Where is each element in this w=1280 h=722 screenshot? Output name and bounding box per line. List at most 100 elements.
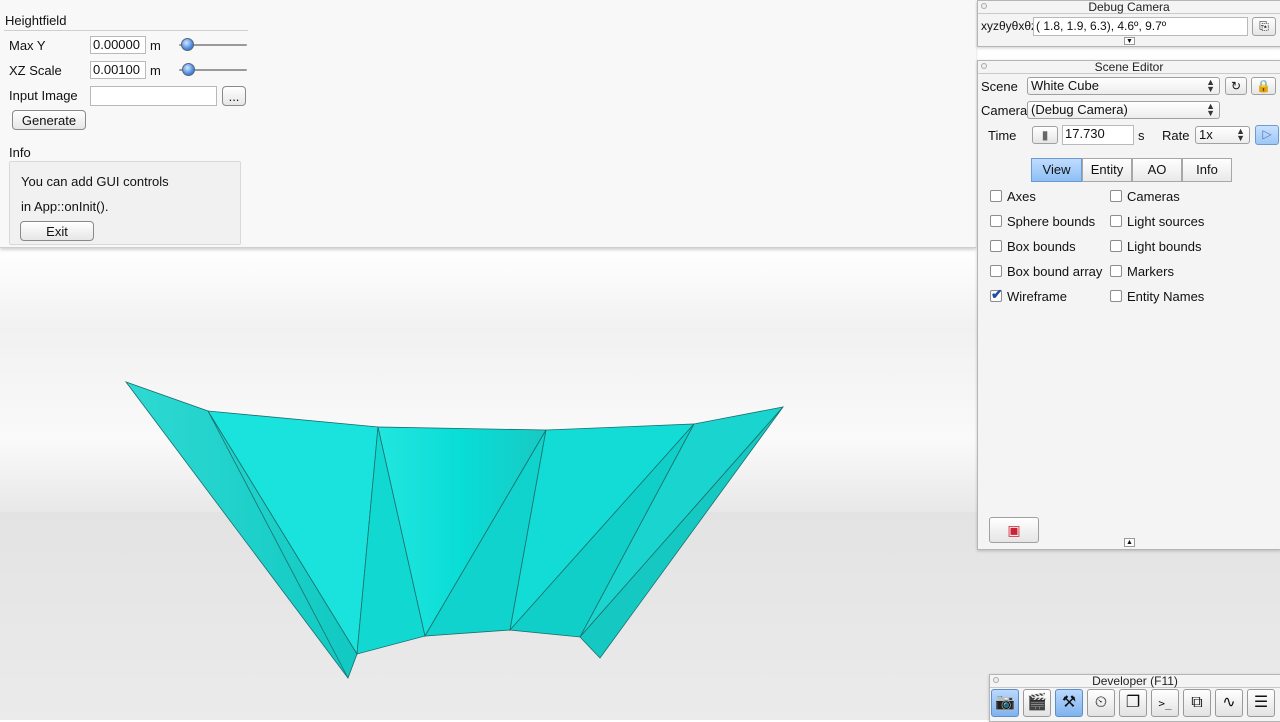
debug-camera-title: Debug Camera — [978, 1, 1280, 14]
play-icon: ▷ — [1262, 127, 1272, 141]
heightfield-divider — [4, 30, 248, 31]
app-gui-pane: Heightfield Max Y 0.00000 m XZ Scale 0.0… — [0, 0, 976, 248]
tools-tool-button[interactable]: ⚒ — [1055, 689, 1083, 717]
max-y-unit: m — [150, 38, 161, 53]
time-label: Time — [988, 128, 1017, 143]
windows-icon: ⧉ — [1191, 694, 1203, 711]
checkbox-label: Wireframe — [1007, 289, 1067, 304]
chevron-down-icon: ▼ — [1126, 38, 1133, 45]
max-y-slider[interactable] — [179, 38, 247, 52]
camera-coord-input[interactable]: ( 1.8, 1.9, 6.3), 4.6º, 9.7º — [1033, 17, 1248, 36]
camera-label: Camera — [981, 103, 1028, 118]
copy-camera-button[interactable]: ⎘ — [1252, 17, 1276, 36]
camera-select[interactable]: (Debug Camera) ▲ ▼ — [1027, 101, 1220, 119]
rate-select-value: 1x — [1199, 127, 1213, 142]
scene-label: Scene — [981, 79, 1018, 94]
checkbox-box[interactable] — [990, 240, 1002, 252]
heightfield-title: Heightfield — [5, 13, 67, 28]
expand-toggle[interactable]: ▼ — [1124, 37, 1135, 45]
xz-scale-input[interactable]: 0.00100 — [90, 61, 146, 79]
film-reset-icon: ▮ — [1041, 128, 1049, 142]
camera-icon: 📷 — [995, 694, 1015, 711]
console-tool-button[interactable]: >_ — [1151, 689, 1179, 717]
checkbox-label: Box bounds — [1007, 239, 1076, 254]
max-y-input[interactable]: 0.00000 — [90, 36, 146, 54]
save-scene-button[interactable]: ▣ — [989, 517, 1039, 543]
input-image-label: Input Image — [9, 88, 78, 103]
window-icon: ❐ — [1125, 694, 1141, 711]
wrench-icon: ⚒ — [1061, 694, 1077, 711]
clipboard-icon: ⎘ — [1259, 19, 1269, 33]
exit-button[interactable]: Exit — [20, 221, 94, 241]
save-icon: ▣ — [1007, 522, 1021, 538]
checkbox-box[interactable] — [990, 215, 1002, 227]
chevron-up-icon: ▲ — [1126, 539, 1133, 546]
checkbox-box[interactable] — [1110, 215, 1122, 227]
reload-scene-button[interactable]: ↻ — [1225, 77, 1247, 95]
info-line-2: in App::onInit(). — [21, 199, 109, 214]
new-window-tool-button[interactable]: ❐ — [1119, 689, 1147, 717]
info-title: Info — [9, 145, 31, 160]
clapperboard-icon: 🎬 — [1027, 694, 1047, 711]
checkbox-box[interactable] — [1110, 290, 1122, 302]
camera-select-value: (Debug Camera) — [1031, 102, 1128, 117]
checkbox-label: Sphere bounds — [1007, 214, 1096, 229]
scene-select-value: White Cube — [1031, 78, 1099, 93]
checkbox-box[interactable] — [990, 190, 1002, 202]
time-input[interactable]: 17.730 — [1062, 125, 1134, 145]
checkbox-box[interactable] — [1110, 190, 1122, 202]
reload-icon: ↻ — [1230, 79, 1242, 93]
close-icon[interactable] — [981, 63, 987, 69]
checkbox-box[interactable] — [990, 265, 1002, 277]
tab-view[interactable]: View — [1031, 158, 1082, 182]
max-y-label: Max Y — [9, 38, 46, 53]
camera-tool-button[interactable]: 📷 — [991, 689, 1019, 717]
updown-icon: ▲ ▼ — [1206, 101, 1215, 118]
checkbox-label: Entity Names — [1127, 289, 1205, 304]
document-icon: ☰ — [1253, 694, 1269, 711]
rate-select[interactable]: 1x ▲ ▼ — [1195, 126, 1250, 144]
checkbox-label: Light bounds — [1127, 239, 1202, 254]
log-tool-button[interactable]: ☰ — [1247, 689, 1275, 717]
debug-camera-window: Debug Camera xyzθyθxθz ( 1.8, 1.9, 6.3),… — [977, 0, 1280, 47]
time-reset-button[interactable]: ▮ — [1032, 126, 1058, 144]
close-icon[interactable] — [981, 3, 987, 9]
checkbox-label: Box bound array — [1007, 264, 1103, 279]
collapse-toggle[interactable]: ▲ — [1124, 538, 1135, 547]
stopwatch-icon: ⏲ — [1094, 694, 1108, 711]
checkmark-icon: ✔ — [991, 286, 1003, 302]
checkbox-box[interactable] — [1110, 265, 1122, 277]
browse-image-button[interactable]: ... — [222, 86, 246, 106]
checkbox-label: Cameras — [1127, 189, 1180, 204]
checkbox-label: Axes — [1007, 189, 1036, 204]
info-line-1: You can add GUI controls — [21, 174, 169, 189]
tab-ao[interactable]: AO — [1132, 158, 1182, 182]
input-image-field[interactable] — [90, 86, 217, 106]
tab-info[interactable]: Info — [1182, 158, 1232, 182]
scene-editor-window: Scene Editor Scene White Cube ▲ ▼ ↻ 🔒 Cam… — [977, 60, 1280, 550]
checkbox-box[interactable]: ✔ — [990, 286, 1003, 302]
developer-title: Developer (F11) — [990, 675, 1280, 688]
lock-scene-button[interactable]: 🔒 — [1251, 77, 1276, 95]
stats-tool-button[interactable]: ∿ — [1215, 689, 1243, 717]
updown-icon: ▲ ▼ — [1206, 77, 1215, 94]
slider-thumb[interactable] — [182, 63, 195, 76]
checkbox-label: Markers — [1127, 264, 1174, 279]
tab-entity[interactable]: Entity — [1082, 158, 1132, 182]
generate-button[interactable]: Generate — [12, 110, 86, 130]
profiler-tool-button[interactable]: ⏲ — [1087, 689, 1115, 717]
xz-scale-slider[interactable] — [179, 63, 247, 77]
slider-thumb[interactable] — [181, 38, 194, 51]
checkbox-box[interactable] — [1110, 240, 1122, 252]
windows-tool-button[interactable]: ⧉ — [1183, 689, 1211, 717]
scene-editor-title: Scene Editor — [978, 61, 1280, 74]
updown-icon: ▲ ▼ — [1236, 126, 1245, 143]
close-icon[interactable] — [993, 677, 999, 683]
lock-icon: 🔒 — [1256, 79, 1271, 93]
scene-select[interactable]: White Cube ▲ ▼ — [1027, 77, 1220, 95]
checkbox-label: Light sources — [1127, 214, 1205, 229]
scene-editor-tool-button[interactable]: 🎬 — [1023, 689, 1051, 717]
terminal-icon: >_ — [1158, 697, 1172, 710]
time-unit: s — [1138, 128, 1145, 143]
play-button[interactable]: ▷ — [1255, 125, 1279, 145]
